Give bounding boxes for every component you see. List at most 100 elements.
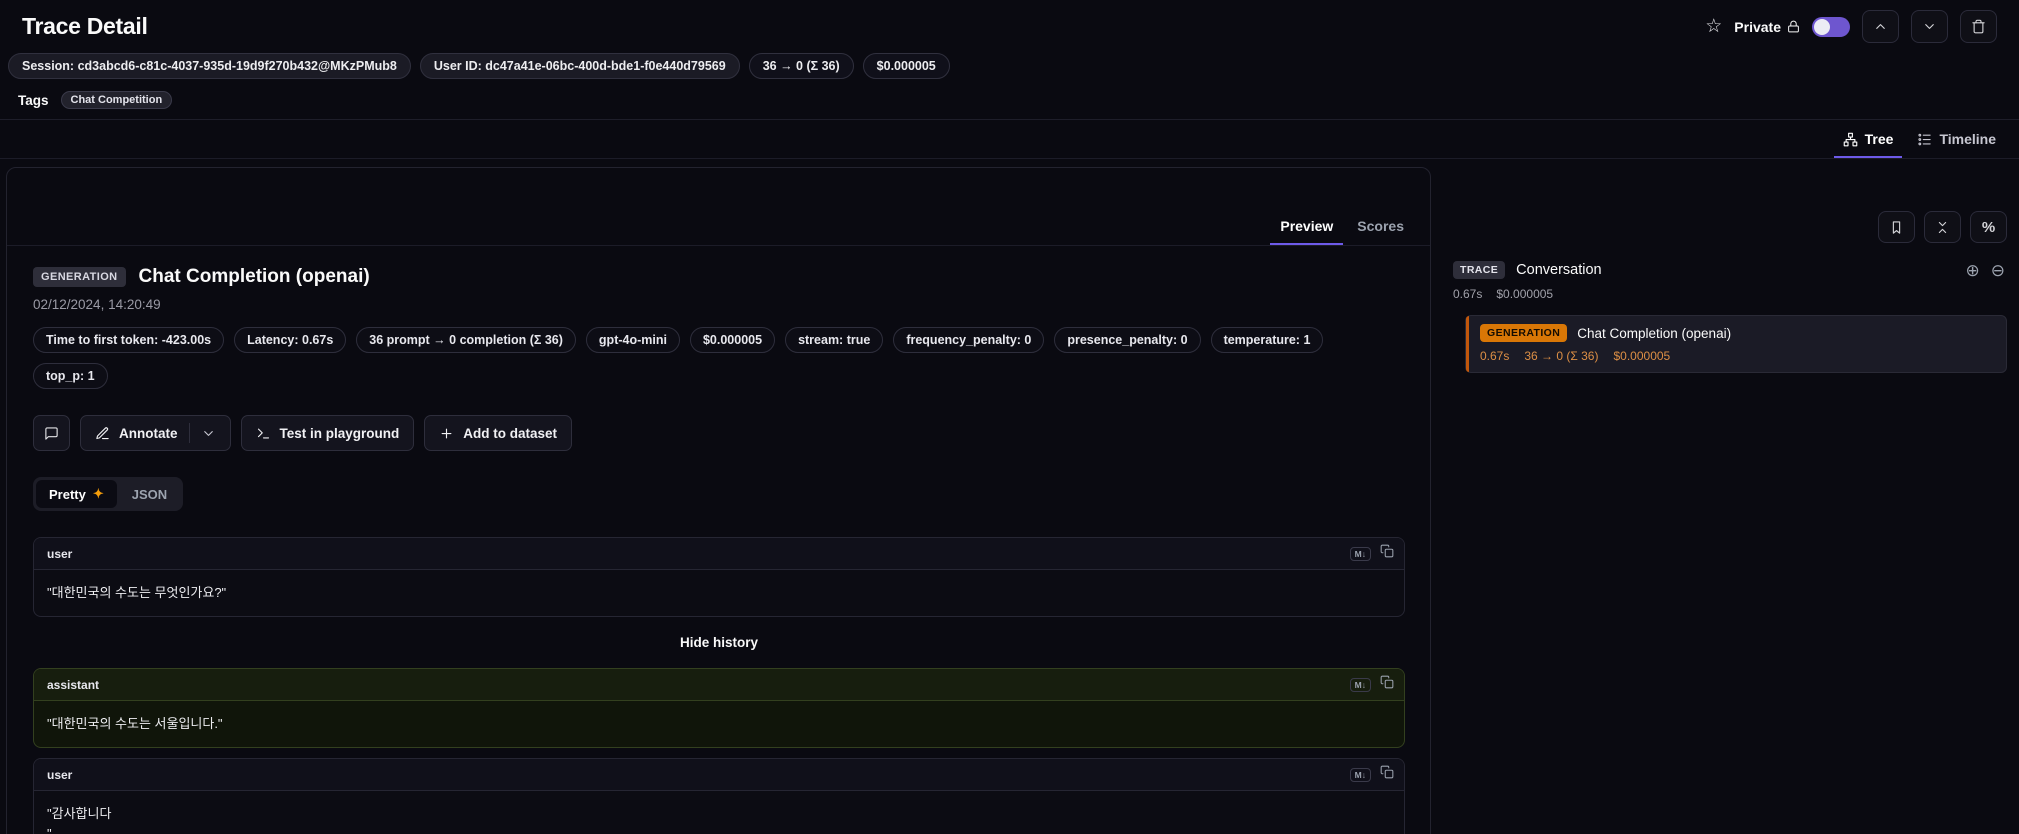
copy-button[interactable] [1380, 544, 1394, 563]
tab-json[interactable]: JSON [119, 481, 180, 508]
user-id-badge[interactable]: User ID: dc47a41e-06bc-400d-bde1-f0e440d… [419, 53, 740, 79]
trace-tree-panel: % TRACE Conversation ⊕ ⊖ 0.67s $0.000005… [1451, 167, 2007, 834]
button-separator [188, 423, 190, 443]
comment-icon [45, 426, 58, 440]
tree-node-title: Chat Completion (openai) [1577, 325, 1732, 341]
trace-root-row[interactable]: TRACE Conversation ⊕ ⊖ [1451, 261, 2007, 279]
message-role: user [47, 767, 73, 782]
stat-latency: Latency: 0.67s [234, 327, 347, 353]
chevron-up-icon [1876, 24, 1885, 29]
stat-time-to-first-token: Time to first token: -423.00s [33, 327, 225, 353]
public-toggle[interactable] [1812, 16, 1850, 37]
message-header-icons: M↓ [1349, 544, 1394, 563]
tree-node-stats: 0.67s 36 → 0 (Σ 36) $0.000005 [1480, 349, 1994, 363]
copy-icon [1380, 675, 1394, 689]
hide-history-button[interactable]: Hide history [33, 627, 1405, 658]
generation-timestamp: 02/12/2024, 14:20:49 [33, 297, 161, 312]
trash-icon [1972, 19, 1985, 34]
tree-toolbar: % [1451, 211, 2007, 243]
trace-cost: $0.000005 [1496, 287, 1554, 301]
tab-preview[interactable]: Preview [1270, 214, 1344, 245]
message-header-icons: M↓ [1349, 675, 1394, 694]
message-user-1: user M↓ "대한민국의 수도는 무엇인가요?" [33, 537, 1405, 618]
collapse-all-icon[interactable]: ⊖ [1991, 262, 2005, 279]
markdown-toggle-icon[interactable]: M↓ [1349, 677, 1371, 692]
add-to-dataset-button[interactable]: Add to dataset [424, 415, 573, 451]
copy-icon [1380, 544, 1394, 558]
delete-trace-button[interactable] [1960, 10, 1997, 43]
node-tokens: 36 → 0 (Σ 36) [1524, 349, 1599, 363]
action-buttons: Annotate Test in playground Add to datas… [33, 415, 1404, 451]
message-user-2: user M↓ "감사합니다 " [33, 758, 1405, 834]
scores-toggle-button[interactable] [1878, 211, 1915, 243]
page-title: Trace Detail [22, 13, 148, 39]
annotate-dropdown-toggle[interactable] [201, 426, 216, 441]
trace-stats: 0.67s $0.000005 [1451, 287, 2007, 301]
message-content: "대한민국의 수도는 서울입니다." [47, 716, 223, 732]
lock-icon [1788, 20, 1799, 33]
percent-icon: % [1981, 218, 1996, 236]
stat-temperature: temperature: 1 [1210, 327, 1324, 353]
stat-token-usage: 36 prompt → 0 completion (Σ 36) [356, 327, 576, 353]
trace-latency: 0.67s [1453, 287, 1483, 301]
generation-type-badge: GENERATION [33, 267, 126, 287]
tab-scores[interactable]: Scores [1347, 214, 1414, 245]
stat-cost: $0.000005 [689, 327, 776, 353]
node-latency: 0.67s [1480, 349, 1510, 363]
generation-header: GENERATION Chat Completion (openai) [33, 266, 1404, 288]
tags-row: Tags Chat Competition [0, 87, 2019, 119]
star-icon[interactable]: ☆ [1705, 17, 1722, 36]
chevron-down-icon [203, 430, 213, 436]
tab-timeline[interactable]: Timeline [1908, 126, 2005, 158]
comments-button[interactable] [33, 415, 70, 451]
previous-trace-button[interactable] [1862, 10, 1899, 43]
page-header: Trace Detail ☆ Private [0, 0, 2019, 51]
token-usage-badge: 36 → 0 (Σ 36) [748, 53, 854, 79]
message-header: assistant M↓ [34, 669, 1404, 702]
message-header: user M↓ [34, 538, 1404, 570]
cost-badge: $0.000005 [862, 53, 950, 79]
collapse-all-button[interactable] [1924, 211, 1961, 243]
message-header-icons: M↓ [1349, 765, 1394, 784]
messages-list: user M↓ "대한민국의 수도는 무엇인가요?" Hide history [33, 537, 1405, 834]
message-header: user M↓ [34, 759, 1404, 792]
expand-all-icon[interactable]: ⊕ [1966, 262, 1980, 279]
annotate-button[interactable]: Annotate [80, 415, 231, 451]
tab-tree[interactable]: Tree [1833, 126, 1903, 158]
bookmark-icon [1892, 220, 1901, 234]
markdown-toggle-icon[interactable]: M↓ [1349, 767, 1371, 782]
tab-pretty[interactable]: Pretty ✦ [36, 480, 117, 508]
markdown-toggle-icon[interactable]: M↓ [1349, 546, 1371, 561]
generation-title: Chat Completion (openai) [138, 266, 370, 287]
next-trace-button[interactable] [1911, 10, 1948, 43]
trace-detail-page: Trace Detail ☆ Private Session: cd3abcd6… [0, 0, 2019, 834]
collapse-icon [1938, 221, 1947, 233]
copy-button[interactable] [1380, 675, 1394, 694]
tag-chat-competition[interactable]: Chat Competition [60, 91, 173, 109]
stat-top-p: top_p: 1 [33, 363, 108, 389]
meta-badges-row: Session: cd3abcd6-c81c-4037-935d-19d9f27… [0, 51, 2019, 87]
stat-model[interactable]: gpt-4o-mini [585, 327, 680, 353]
plus-icon [441, 428, 452, 438]
stat-stream: stream: true [785, 327, 884, 353]
test-in-playground-button[interactable]: Test in playground [240, 415, 415, 451]
copy-button[interactable] [1380, 765, 1394, 784]
timeline-icon [1918, 133, 1932, 145]
message-role: user [47, 546, 73, 561]
toggle-knob [1814, 18, 1830, 35]
stat-badges: Time to first token: -423.00s Latency: 0… [33, 327, 1353, 389]
session-badge[interactable]: Session: cd3abcd6-c81c-4037-935d-19d9f27… [8, 53, 411, 79]
stat-frequency-penalty: frequency_penalty: 0 [893, 327, 1045, 353]
tree-node-generation[interactable]: GENERATION Chat Completion (openai) 0.67… [1465, 315, 2007, 373]
metrics-toggle-button[interactable]: % [1970, 211, 2007, 243]
trace-title: Conversation [1516, 262, 1602, 278]
observation-card: Preview Scores GENERATION Chat Completio… [6, 167, 1431, 834]
stat-presence-penalty: presence_penalty: 0 [1054, 327, 1201, 353]
chevron-down-icon [1925, 24, 1934, 29]
terminal-icon [257, 428, 269, 438]
sparkle-icon: ✦ [92, 486, 104, 501]
trace-type-badge: TRACE [1453, 261, 1506, 279]
message-role: assistant [47, 677, 100, 692]
generation-type-badge: GENERATION [1480, 324, 1568, 342]
copy-icon [1380, 765, 1394, 779]
